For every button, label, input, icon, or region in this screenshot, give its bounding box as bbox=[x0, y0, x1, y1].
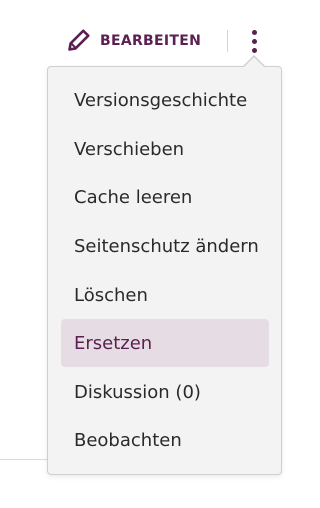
menu-item-diskussion[interactable]: Diskussion (0) bbox=[61, 368, 269, 416]
kebab-menu-icon-dot bbox=[251, 38, 257, 44]
edit-button[interactable]: BEARBEITEN bbox=[64, 26, 201, 56]
menu-item-verschieben[interactable]: Verschieben bbox=[61, 125, 269, 173]
page: BEARBEITEN Versionsgeschichte Verschiebe… bbox=[0, 0, 300, 508]
menu-item-versionsgeschichte[interactable]: Versionsgeschichte bbox=[61, 76, 269, 124]
kebab-menu-icon-dot bbox=[251, 29, 257, 35]
menu-item-ersetzen[interactable]: Ersetzen bbox=[61, 319, 269, 367]
menu-item-cache-leeren[interactable]: Cache leeren bbox=[61, 173, 269, 221]
more-actions-menu: Versionsgeschichte Verschieben Cache lee… bbox=[47, 66, 282, 475]
more-menu-button[interactable] bbox=[243, 26, 265, 56]
menu-item-loeschen[interactable]: Löschen bbox=[61, 271, 269, 319]
menu-item-seitenschutz-aendern[interactable]: Seitenschutz ändern bbox=[61, 222, 269, 270]
toolbar-divider bbox=[227, 30, 228, 52]
menu-item-beobachten[interactable]: Beobachten bbox=[61, 416, 269, 464]
kebab-menu-icon-dot bbox=[251, 47, 257, 53]
pencil-icon bbox=[64, 27, 92, 55]
edit-button-label: BEARBEITEN bbox=[100, 33, 202, 49]
menu-caret-fill bbox=[244, 57, 264, 67]
page-content-border bbox=[0, 459, 52, 460]
